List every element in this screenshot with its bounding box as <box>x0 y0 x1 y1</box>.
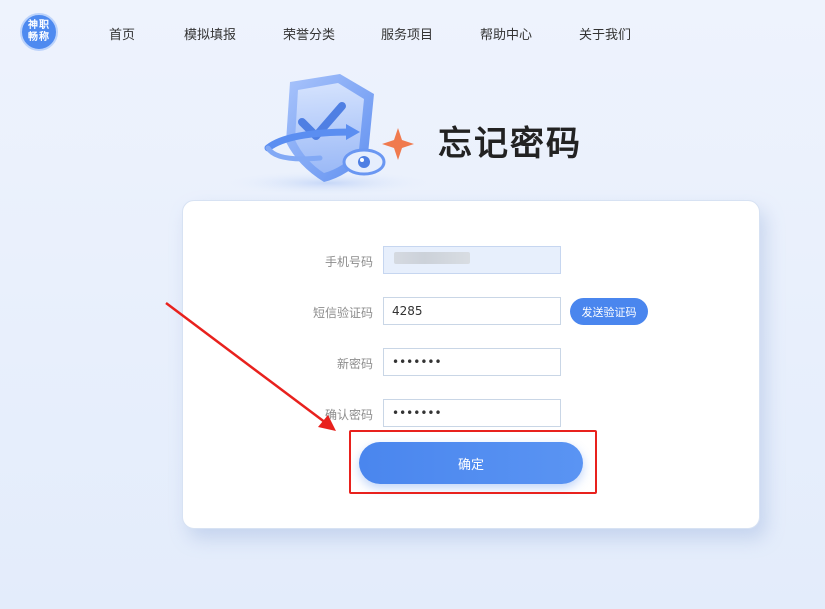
new-password-input[interactable] <box>383 348 561 376</box>
nav-item-simulate[interactable]: 模拟填报 <box>184 24 236 43</box>
sms-code-input[interactable] <box>383 297 561 325</box>
nav-item-home[interactable]: 首页 <box>109 24 135 43</box>
confirm-button[interactable]: 确定 <box>359 442 583 484</box>
send-code-button[interactable]: 发送验证码 <box>570 298 648 325</box>
top-nav: 神职畅称 首页 模拟填报 荣誉分类 服务项目 帮助中心 关于我们 <box>0 0 825 64</box>
sms-code-label: 短信验证码 <box>312 306 373 320</box>
nav-item-about[interactable]: 关于我们 <box>579 24 631 43</box>
forgot-password-page: 神职畅称 首页 模拟填报 荣誉分类 服务项目 帮助中心 关于我们 忘记密码 手机… <box>0 0 825 609</box>
confirm-password-input[interactable] <box>383 399 561 427</box>
phone-value-redacted <box>394 252 470 264</box>
nav-item-honors[interactable]: 荣誉分类 <box>283 24 335 43</box>
confirm-password-label: 确认密码 <box>324 408 373 422</box>
logo-text: 神职畅称 <box>28 20 50 43</box>
nav-item-help[interactable]: 帮助中心 <box>480 24 532 43</box>
nav-item-services[interactable]: 服务项目 <box>381 24 433 43</box>
security-shield-illustration <box>228 74 428 195</box>
new-password-label: 新密码 <box>336 357 373 371</box>
phone-label: 手机号码 <box>324 255 373 269</box>
page-title: 忘记密码 <box>438 124 582 164</box>
site-logo[interactable]: 神职畅称 <box>20 13 58 51</box>
